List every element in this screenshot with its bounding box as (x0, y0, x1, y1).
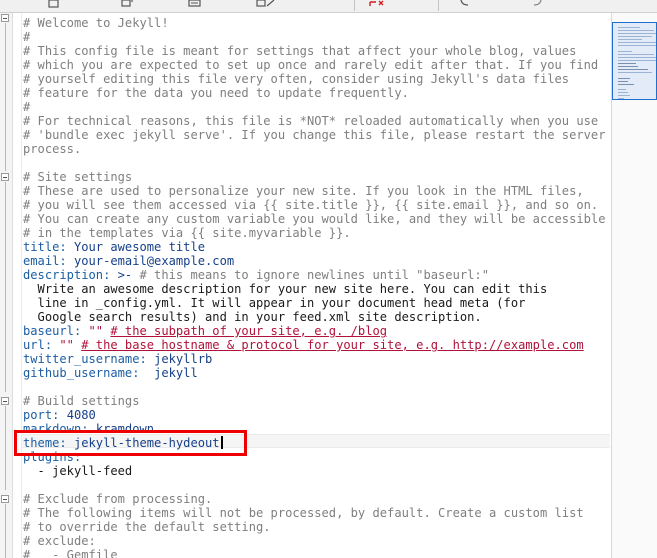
code-line: process. (23, 142, 82, 156)
yaml-string: "" (88, 324, 104, 338)
code-line: Google search results) and in your feed.… (23, 310, 482, 324)
code-line: # You can create any custom variable you… (23, 212, 606, 226)
code-line: # yourself editing this file very often,… (23, 72, 570, 86)
yaml-key: github_username: (23, 366, 140, 380)
code-line-email: email: your-email@example.com (23, 254, 234, 268)
yaml-comment-link: # the subpath of your site, e.g. /blog (110, 324, 388, 338)
code-line: # Site settings (23, 170, 133, 184)
code-line-twitter: twitter_username: jekyllrb (23, 352, 212, 366)
redo-icon[interactable] (530, 0, 544, 8)
code-line: # you will see them accessed via {{ site… (23, 198, 599, 212)
yaml-value: kramdown (95, 422, 155, 436)
code-line: # For technical reasons, this file is *N… (23, 114, 599, 128)
yaml-comment-link: # the base hostname & protocol for your … (81, 338, 584, 352)
yaml-key: twitter_username: (23, 352, 147, 366)
yaml-key: title: (23, 240, 67, 254)
yaml-key: baseurl: (23, 324, 82, 338)
toolbar (0, 0, 657, 13)
yaml-key: theme: (23, 436, 67, 450)
save-icon[interactable] (188, 0, 202, 8)
toolbar-separator (354, 0, 355, 11)
code-line-description: description: >- # this means to ignore n… (23, 268, 489, 282)
text-cursor (220, 436, 223, 449)
edit-icon[interactable] (256, 0, 276, 8)
yaml-key: email: (23, 254, 67, 268)
yaml-comment: # this means to ignore newlines until "b… (139, 268, 490, 282)
code-line: # exclude: (23, 534, 96, 548)
undo-icon[interactable] (458, 0, 472, 8)
yaml-key: url: (23, 338, 53, 352)
yaml-string: "" (59, 338, 74, 352)
code-line: # Exclude from processing. (23, 492, 213, 506)
code-line: # These are used to personalize your new… (23, 184, 584, 198)
yaml-operator: >- (117, 268, 133, 282)
fold-toggle-icon[interactable] (1, 14, 9, 22)
yaml-key: markdown: (23, 422, 89, 436)
code-line-github: github_username: jekyll (23, 366, 198, 380)
code-line: - jekyll-feed (23, 464, 133, 478)
code-line: # 'bundle exec jekyll serve'. If you cha… (23, 128, 606, 142)
code-editor[interactable]: # Welcome to Jekyll! # # This config fil… (13, 13, 610, 558)
fold-toggle-icon[interactable] (1, 397, 9, 405)
yaml-key: port: (23, 408, 60, 422)
code-line-baseurl: baseurl: "" # the subpath of your site, … (23, 324, 387, 338)
fold-guide (5, 182, 6, 392)
fold-guide (5, 504, 6, 558)
fold-toggle-icon[interactable] (1, 495, 9, 503)
code-line-markdown: markdown: kramdown (23, 422, 154, 436)
code-line: line in _config.yml. It will appear in y… (23, 296, 526, 310)
code-line: # (23, 30, 31, 44)
code-line: # This config file is meant for settings… (23, 44, 577, 58)
code-line: # Welcome to Jekyll! (23, 16, 169, 30)
code-line: Write an awesome description for your ne… (23, 282, 548, 296)
fold-toggle-icon[interactable] (1, 173, 9, 181)
code-line: # in the templates via {{ site.myvariabl… (23, 226, 351, 240)
code-line-port: port: 4080 (23, 408, 96, 422)
fold-guide (5, 406, 6, 490)
fold-guide (5, 23, 6, 171)
yaml-value: jekyllrb (154, 352, 213, 366)
yaml-key: description: (23, 268, 111, 282)
code-line-url: url: "" # the base hostname & protocol f… (23, 338, 584, 352)
code-line: # - Gemfile (23, 548, 118, 558)
document-icon[interactable] (48, 0, 60, 8)
yaml-value: Your awesome title (73, 240, 206, 254)
code-line: # to override the default setting. (23, 520, 271, 534)
code-line: # feature for the data you need to updat… (23, 86, 409, 100)
minimap-viewport[interactable] (612, 22, 657, 100)
yaml-key: plugins: (23, 450, 82, 464)
toolbar-separator (438, 0, 439, 11)
code-line: # which you are expected to set up once … (23, 58, 599, 72)
paste-icon[interactable] (120, 0, 134, 8)
cut-icon[interactable] (368, 0, 388, 8)
code-line: # Build settings (23, 394, 140, 408)
code-line-theme[interactable]: theme: jekyll-theme-hydeout (23, 436, 223, 450)
yaml-value: 4080 (66, 408, 96, 422)
code-line-title: title: Your awesome title (23, 240, 205, 254)
code-line: # (23, 100, 31, 114)
indent-guide (21, 13, 22, 558)
code-line-plugins: plugins: (23, 450, 81, 464)
yaml-value: your-email@example.com (73, 254, 235, 268)
yaml-value: jekyll-theme-hydeout (73, 436, 220, 450)
code-line: # The following items will not be proces… (23, 506, 584, 520)
yaml-value: jekyll (154, 366, 198, 380)
line-gutter (0, 13, 13, 558)
